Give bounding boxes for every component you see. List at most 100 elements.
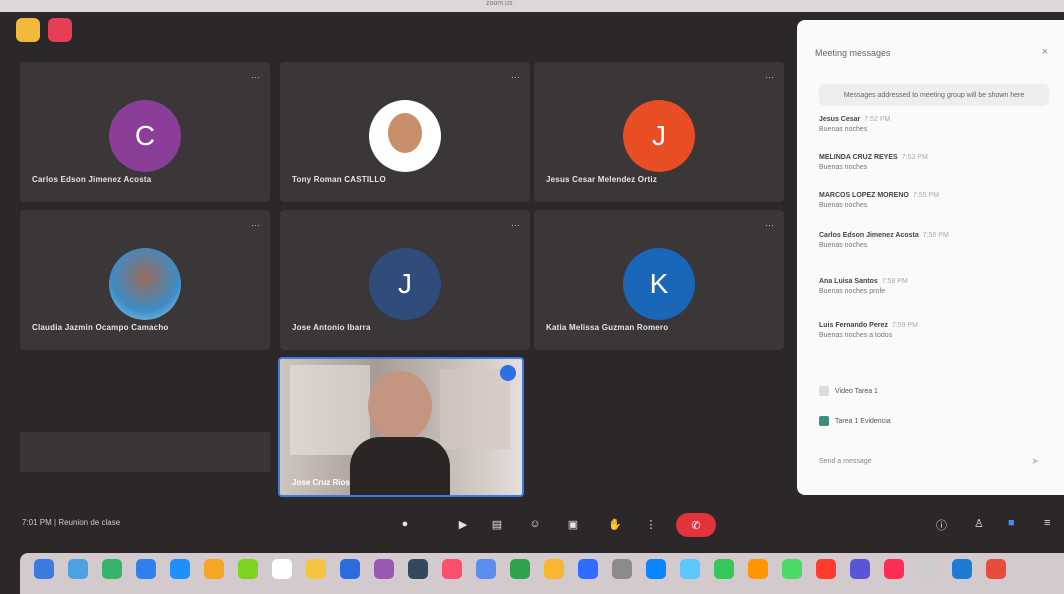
dock-app-icon[interactable]	[442, 559, 462, 579]
message-sender: MARCOS LOPEZ MORENO	[819, 192, 909, 199]
participant-name: Tony Roman CASTILLO	[292, 175, 386, 184]
participant-avatar: J	[623, 100, 695, 172]
dock-app-icon[interactable]	[374, 559, 394, 579]
record-button[interactable]	[48, 18, 72, 42]
participant-name: Carlos Edson Jimenez Acosta	[32, 175, 152, 184]
dock-app-icon[interactable]	[850, 559, 870, 579]
participant-tile[interactable]: ⋯ Claudia Jazmin Ocampo Camacho	[20, 210, 270, 350]
participant-name: Katia Melissa Guzman Romero	[546, 323, 669, 332]
mic-icon[interactable]: ●	[394, 513, 416, 535]
dock-app-icon[interactable]	[408, 559, 428, 579]
participants-icon[interactable]: ▤	[486, 513, 508, 535]
message-sender: Luis Fernando Perez	[819, 322, 888, 329]
dock-app-icon[interactable]	[986, 559, 1006, 579]
send-icon[interactable]: ➤	[1031, 456, 1039, 467]
participant-tile[interactable]: K ⋯ Katia Melissa Guzman Romero	[534, 210, 784, 350]
self-view-tile[interactable]: Jose Cruz Rios	[278, 357, 524, 497]
more-icon[interactable]: ⋮	[640, 513, 662, 535]
dock-app-icon[interactable]	[680, 559, 700, 579]
message-time: 7:56 PM	[922, 232, 949, 239]
message-body: Buenas noches	[819, 164, 868, 171]
dock	[20, 553, 1064, 594]
dock-app-icon[interactable]	[306, 559, 326, 579]
dock-app-icon[interactable]	[544, 559, 564, 579]
dock-app-icon[interactable]	[612, 559, 632, 579]
dock-app-icon[interactable]	[340, 559, 360, 579]
dock-app-icon[interactable]	[884, 559, 904, 579]
tile-menu-icon[interactable]: ⋯	[765, 72, 774, 83]
window-title: zoom.us	[486, 0, 513, 7]
dock-app-icon[interactable]	[204, 559, 224, 579]
participant-name: Jesus Cesar Melendez Ortiz	[546, 175, 658, 184]
dock-app-icon[interactable]	[102, 559, 122, 579]
clock-text: 7:01 PM | Reunion de clase	[22, 518, 121, 527]
message-time: 7:52 PM	[864, 116, 891, 123]
raise-hand-icon[interactable]: ✋	[604, 513, 626, 535]
chat-attachment[interactable]: Video Tarea 1	[819, 386, 878, 396]
participant-name: Claudia Jazmin Ocampo Camacho	[32, 323, 169, 332]
participant-tile[interactable]: J ⋯ Jose Antonio Ibarra	[280, 210, 530, 350]
participant-avatar: K	[623, 248, 695, 320]
participant-tile[interactable]: ⋯ Tony Roman CASTILLO	[280, 62, 530, 202]
chat-notice: Messages addressed to meeting group will…	[819, 84, 1049, 106]
chat-header: Meeting messages	[815, 48, 891, 58]
people-icon[interactable]: ♙	[974, 517, 984, 530]
close-icon[interactable]: ×	[1042, 46, 1048, 58]
message-time: 7:53 PM	[901, 154, 928, 161]
chat-input[interactable]: Send a message ➤	[819, 456, 1039, 467]
message-time: 7:59 PM	[891, 322, 918, 329]
tile-menu-icon[interactable]: ⋯	[511, 220, 520, 231]
participant-grid: C ⋯ Carlos Edson Jimenez Acosta ⋯ Tony Roman…	[20, 62, 784, 352]
tile-menu-icon[interactable]: ⋯	[765, 220, 774, 231]
dock-app-icon[interactable]	[136, 559, 156, 579]
message-time: 7:58 PM	[881, 278, 908, 285]
dock-app-icon[interactable]	[816, 559, 836, 579]
chat-message: MARCOS LOPEZ MORENO 7:55 PM Buenas noches	[819, 192, 939, 209]
message-body: Buenas noches a todos	[819, 332, 893, 339]
participant-avatar	[109, 248, 181, 320]
dock-app-icon[interactable]	[918, 559, 938, 579]
attachment-label: Video Tarea 1	[835, 387, 878, 395]
self-face	[368, 371, 432, 441]
dock-app-icon[interactable]	[170, 559, 190, 579]
participant-name: Jose Antonio Ibarra	[292, 323, 371, 332]
dock-app-icon[interactable]	[646, 559, 666, 579]
tile-menu-icon[interactable]: ⋯	[511, 72, 520, 83]
attachment-label: Tarea 1 Evidencia	[835, 417, 891, 425]
reactions-icon[interactable]: ☺	[524, 513, 546, 535]
participant-tile[interactable]: C ⋯ Carlos Edson Jimenez Acosta	[20, 62, 270, 202]
apps-icon[interactable]: ≡	[1044, 517, 1050, 529]
chat-message: MELINDA CRUZ REYES 7:53 PM Buenas noches	[819, 154, 928, 171]
participant-tile[interactable]: J ⋯ Jesus Cesar Melendez Ortiz	[534, 62, 784, 202]
dock-app-icon[interactable]	[68, 559, 88, 579]
chat-message: Luis Fernando Perez 7:59 PM Buenas noches …	[819, 322, 918, 339]
dock-app-icon[interactable]	[782, 559, 802, 579]
dock-app-icon[interactable]	[748, 559, 768, 579]
message-body: Buenas noches	[819, 126, 868, 133]
dock-app-icon[interactable]	[272, 559, 292, 579]
end-call-button[interactable]: ✆	[676, 513, 716, 537]
tile-menu-icon[interactable]: ⋯	[251, 72, 260, 83]
dock-app-icon[interactable]	[952, 559, 972, 579]
participant-avatar	[369, 100, 441, 172]
tile-menu-icon[interactable]: ⋯	[251, 220, 260, 231]
dock-app-icon[interactable]	[510, 559, 530, 579]
dock-app-icon[interactable]	[476, 559, 496, 579]
info-icon[interactable]: ⓘ	[936, 517, 947, 533]
dock-app-icon[interactable]	[34, 559, 54, 579]
chat-panel: Meeting messages × Messages addressed to…	[797, 20, 1064, 495]
app-shortcut-button[interactable]	[16, 18, 40, 42]
camera-icon[interactable]: ▶	[452, 513, 474, 535]
dock-app-icon[interactable]	[578, 559, 598, 579]
chat-input-placeholder: Send a message	[819, 458, 872, 465]
message-body: Buenas noches	[819, 202, 868, 209]
share-icon[interactable]: ▣	[562, 513, 584, 535]
chat-message: Jesus Cesar 7:52 PM Buenas noches	[819, 116, 890, 133]
dock-app-icon[interactable]	[238, 559, 258, 579]
menu-bar: zoom.us	[0, 0, 1064, 12]
dock-app-icon[interactable]	[714, 559, 734, 579]
chat-icon[interactable]: ■	[1008, 517, 1015, 529]
chat-attachment[interactable]: Tarea 1 Evidencia	[819, 416, 891, 426]
participant-avatar: C	[109, 100, 181, 172]
message-sender: Ana Luisa Santos	[819, 278, 878, 285]
